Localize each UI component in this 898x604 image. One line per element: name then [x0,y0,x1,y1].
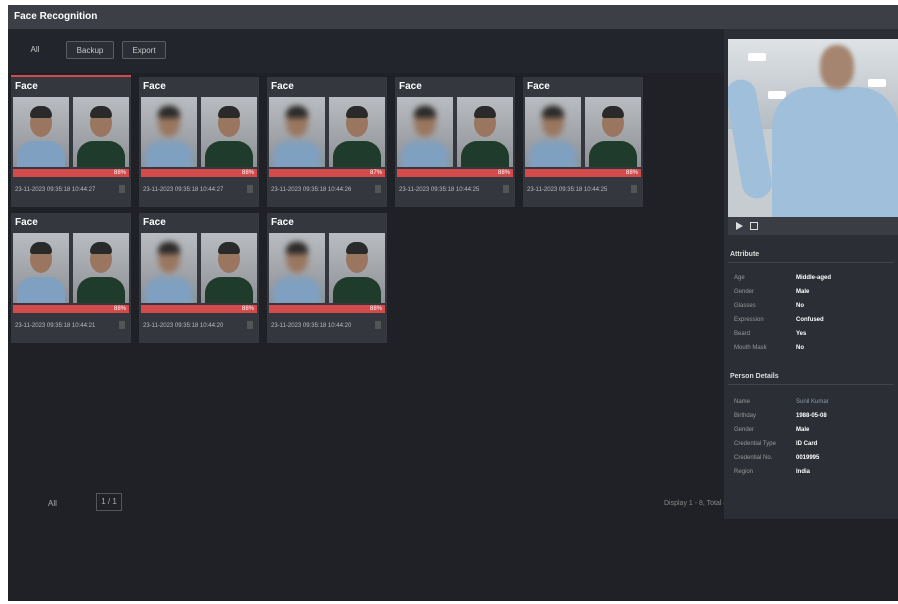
window-title: Face Recognition [8,5,898,29]
person-detail-row: Credential No. 0019995 [734,455,820,461]
person-detail-row: Gender Male [734,427,810,433]
face-card[interactable]: Face 88% 23-11-2023 09:35:18 10:44:21 [11,213,131,343]
face-card[interactable]: Face 88% 23-11-2023 09:35:18 10:44:27 [11,75,131,207]
capture-time: 23-11-2023 09:35:18 10:44:27 [15,187,96,193]
similarity-score: 88% [113,170,126,176]
capture-time: 23-11-2023 09:35:18 10:44:27 [143,187,224,193]
card-label: Face [271,217,294,228]
filter-all-button[interactable]: All [24,41,46,59]
capture-time: 23-11-2023 09:35:18 10:44:25 [527,187,608,193]
play-clip-icon[interactable] [247,321,253,329]
capture-time: 23-11-2023 09:35:18 10:44:21 [15,323,96,329]
export-button[interactable]: Export [122,41,166,59]
toolbar: All Backup Export [8,29,724,73]
database-face-image [73,233,129,303]
captured-face-image [141,233,197,303]
divider [728,262,894,263]
similarity-score: 88% [625,170,638,176]
grid-menu-icon[interactable] [750,222,758,230]
play-clip-icon[interactable] [375,185,381,193]
card-label: Face [399,81,422,92]
card-label: Face [143,81,166,92]
database-face-image [201,97,257,167]
attribute-section-title: Attribute [730,251,760,258]
divider [728,384,894,385]
similarity-bar: 88% [141,305,257,313]
capture-time: 23-11-2023 09:35:18 10:44:26 [271,187,352,193]
person-detail-row: Birthday 1988-05-08 [734,413,827,419]
database-face-image [585,97,641,167]
similarity-bar: 88% [397,169,513,177]
captured-face-image [141,97,197,167]
play-clip-icon[interactable] [631,185,637,193]
similarity-score: 88% [241,170,254,176]
captured-face-image [525,97,581,167]
live-preview-image [728,39,898,217]
playback-controls [728,217,898,235]
similarity-bar: 88% [13,169,129,177]
face-recognition-window: Face Recognition All Backup Export Face … [8,5,898,601]
attribute-row: Mouth Mask No [734,345,804,351]
card-label: Face [271,81,294,92]
similarity-score: 88% [497,170,510,176]
similarity-bar: 88% [269,305,385,313]
detail-panel: Attribute Age Middle-aged Gender Male Glas… [724,29,898,519]
database-face-image [201,233,257,303]
database-face-image [329,97,385,167]
similarity-bar: 88% [141,169,257,177]
similarity-bar: 88% [13,305,129,313]
play-clip-icon[interactable] [375,321,381,329]
pager-all-label[interactable]: All [48,499,57,508]
play-clip-icon[interactable] [119,321,125,329]
face-card[interactable]: Face 88% 23-11-2023 09:35:18 10:44:27 [139,77,259,207]
face-card[interactable]: Face 88% 23-11-2023 09:35:18 10:44:20 [267,213,387,343]
play-icon[interactable] [736,222,743,230]
captured-face-image [269,97,325,167]
person-detail-row: Name Sunil Kumar [734,399,829,405]
person-detail-row: Credential Type ID Card [734,441,818,447]
card-label: Face [527,81,550,92]
pager-summary: Display 1 - 8, Total 8 [664,500,728,507]
capture-time: 23-11-2023 09:35:18 10:44:20 [143,323,224,329]
play-clip-icon[interactable] [247,185,253,193]
similarity-bar: 87% [269,169,385,177]
play-clip-icon[interactable] [119,185,125,193]
face-card[interactable]: Face 88% 23-11-2023 09:35:18 10:44:20 [139,213,259,343]
similarity-score: 88% [113,306,126,312]
backup-button[interactable]: Backup [66,41,114,59]
similarity-score: 87% [369,170,382,176]
attribute-row: Expression Confused [734,317,824,323]
captured-face-image [269,233,325,303]
captured-face-image [13,97,69,167]
attribute-row: Beard Yes [734,331,807,337]
database-face-image [457,97,513,167]
captured-face-image [397,97,453,167]
face-card[interactable]: Face 88% 23-11-2023 09:35:18 10:44:25 [395,77,515,207]
card-label: Face [15,81,38,92]
attribute-row: Age Middle-aged [734,275,832,281]
person-details-title: Person Details [730,373,779,380]
face-card[interactable]: Face 87% 23-11-2023 09:35:18 10:44:26 [267,77,387,207]
card-label: Face [143,217,166,228]
capture-time: 23-11-2023 09:35:18 10:44:25 [399,187,480,193]
database-face-image [73,97,129,167]
person-detail-row: Region India [734,469,811,475]
page-number-input[interactable]: 1 / 1 [96,493,122,511]
similarity-bar: 88% [525,169,641,177]
capture-time: 23-11-2023 09:35:18 10:44:20 [271,323,352,329]
similarity-score: 88% [241,306,254,312]
similarity-score: 88% [369,306,382,312]
captured-face-image [13,233,69,303]
card-label: Face [15,217,38,228]
attribute-row: Glasses No [734,303,804,309]
attribute-row: Gender Male [734,289,810,295]
database-face-image [329,233,385,303]
play-clip-icon[interactable] [503,185,509,193]
face-card[interactable]: Face 88% 23-11-2023 09:35:18 10:44:25 [523,77,643,207]
